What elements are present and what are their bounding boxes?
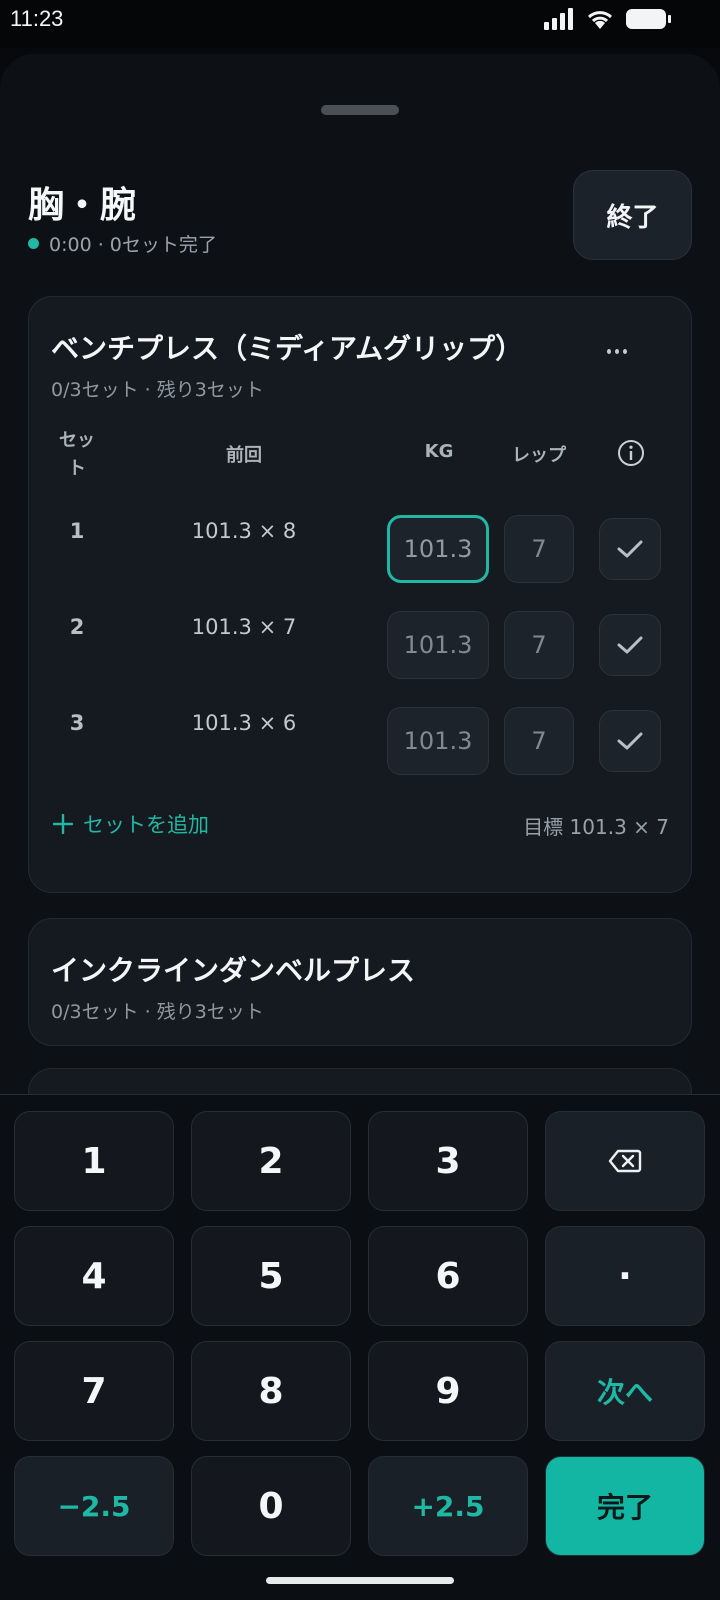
increment-button[interactable]: +2.5 (368, 1456, 528, 1556)
set-number: 3 (69, 711, 85, 735)
column-header-kg: KG (424, 441, 454, 462)
column-header-set: セット (59, 430, 95, 479)
key-8[interactable]: 8 (191, 1341, 351, 1441)
info-icon[interactable] (617, 439, 645, 467)
workout-meta-text: 0:00 · 0セット完了 (49, 234, 217, 256)
done-button[interactable]: 完了 (545, 1456, 705, 1556)
key-1[interactable]: 1 (14, 1111, 174, 1211)
status-bar: 11:23 (0, 0, 720, 48)
more-icon (607, 348, 611, 354)
kg-input[interactable]: 101.3 (387, 515, 489, 583)
backspace-icon (608, 1149, 642, 1173)
complete-set-button[interactable] (599, 710, 661, 772)
key-2[interactable]: 2 (191, 1111, 351, 1211)
home-indicator[interactable] (266, 1577, 454, 1584)
reps-input[interactable]: 7 (504, 611, 574, 679)
reps-input[interactable]: 7 (504, 515, 574, 583)
set-number: 1 (69, 519, 85, 543)
complete-set-button[interactable] (599, 518, 661, 580)
finish-button[interactable]: 終了 (573, 170, 692, 260)
target-value: 目標 101.3 × 7 (523, 815, 669, 839)
key-3[interactable]: 3 (368, 1111, 528, 1211)
decrement-button[interactable]: −2.5 (14, 1456, 174, 1556)
key-6[interactable]: 6 (368, 1226, 528, 1326)
add-set-label: セットを追加 (83, 813, 209, 837)
exercise-card[interactable]: インクラインダンベルプレス 0/3セット · 残り3セット (28, 918, 692, 1046)
check-icon (617, 732, 643, 750)
exercise-progress: 0/3セット · 残り3セット (51, 1001, 264, 1023)
status-icons (544, 8, 672, 30)
previous-value: 101.3 × 8 (191, 519, 297, 543)
more-icon-dot (615, 348, 619, 354)
numeric-keypad: 1 2 3 4 5 6 · 7 8 9 次へ −2.5 0 +2.5 完了 (0, 1094, 720, 1600)
previous-value: 101.3 × 6 (191, 711, 297, 735)
workout-meta: 0:00 · 0セット完了 (28, 230, 217, 257)
sheet-grabber[interactable] (321, 105, 399, 115)
key-7[interactable]: 7 (14, 1341, 174, 1441)
exercise-name: ベンチプレス（ミディアムグリップ） (51, 332, 524, 365)
check-icon (617, 636, 643, 654)
previous-value: 101.3 × 7 (191, 615, 297, 639)
kg-input[interactable]: 101.3 (387, 611, 489, 679)
column-header-reps: レップ (512, 445, 566, 466)
plus-icon (53, 814, 73, 834)
column-header-previous: 前回 (226, 445, 262, 466)
key-0[interactable]: 0 (191, 1456, 351, 1556)
decimal-key[interactable]: · (545, 1226, 705, 1326)
kg-input[interactable]: 101.3 (387, 707, 489, 775)
timer-indicator-dot (28, 238, 39, 249)
add-set-button[interactable]: セットを追加 (53, 809, 209, 839)
next-button[interactable]: 次へ (545, 1341, 705, 1441)
key-9[interactable]: 9 (368, 1341, 528, 1441)
key-4[interactable]: 4 (14, 1226, 174, 1326)
backspace-button[interactable] (545, 1111, 705, 1211)
complete-set-button[interactable] (599, 614, 661, 676)
more-options-button[interactable] (607, 341, 627, 361)
exercise-progress: 0/3セット · 残り3セット (51, 379, 264, 401)
reps-input[interactable]: 7 (504, 707, 574, 775)
set-number: 2 (69, 615, 85, 639)
status-time: 11:23 (10, 6, 64, 31)
key-5[interactable]: 5 (191, 1226, 351, 1326)
exercise-name: インクラインダンベルプレス (51, 954, 416, 987)
battery-icon (626, 9, 671, 29)
exercise-card: ベンチプレス（ミディアムグリップ） 0/3セット · 残り3セット セット 前回… (28, 296, 692, 893)
check-icon (617, 540, 643, 558)
wifi-icon (587, 11, 613, 29)
more-icon-dot (623, 348, 627, 354)
workout-title: 胸・腕 (28, 185, 137, 226)
signal-icon (544, 8, 573, 30)
